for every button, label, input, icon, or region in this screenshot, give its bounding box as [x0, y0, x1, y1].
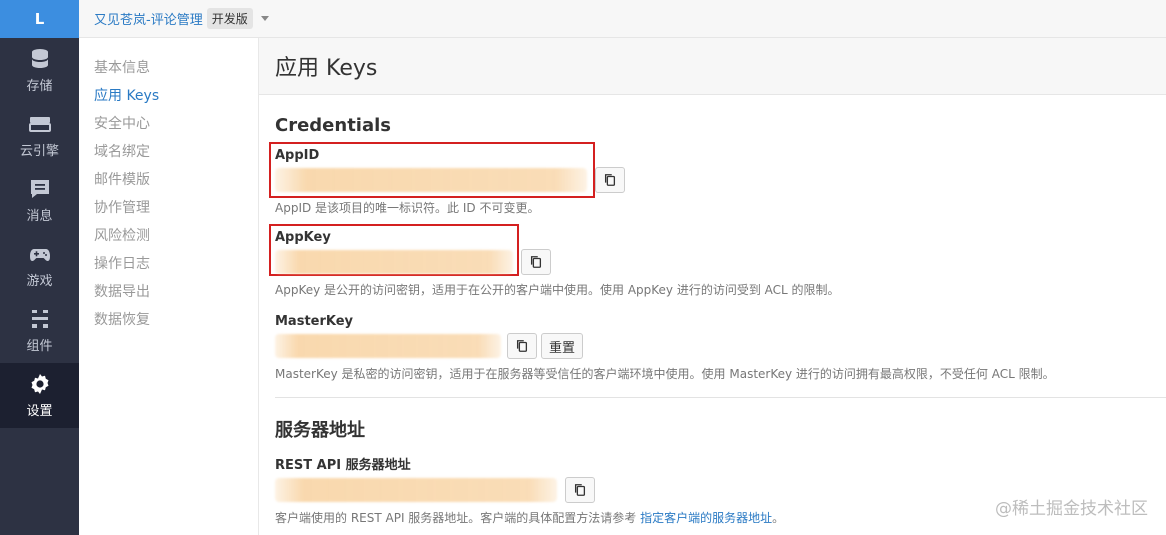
nav-games[interactable]: 游戏	[0, 233, 79, 298]
nav-components[interactable]: 组件	[0, 298, 79, 363]
rest-api-help-prefix: 客户端使用的 REST API 服务器地址。客户端的具体配置方法请参考	[275, 511, 641, 525]
appkey-value-redacted	[275, 250, 513, 274]
rest-api-label: REST API 服务器地址	[275, 458, 411, 473]
subnav-item-email-templates[interactable]: 邮件模版	[79, 166, 258, 194]
subnav-item-risk-detection[interactable]: 风险检测	[79, 222, 258, 250]
nav-settings[interactable]: 设置	[0, 363, 79, 428]
subnav-item-security[interactable]: 安全中心	[79, 110, 258, 138]
masterkey-field: MasterKey 重置 MasterKey 是私密的访问密钥，适用于在服务器等…	[275, 314, 1166, 382]
subnav-item-data-export[interactable]: 数据导出	[79, 278, 258, 306]
reset-masterkey-button[interactable]: 重置	[541, 333, 584, 359]
nav-storage-label: 存储	[26, 79, 53, 94]
masterkey-value-redacted	[275, 334, 501, 358]
app-name-link[interactable]: 又见苍岚-评论管理	[94, 9, 203, 28]
page-title: 应用 Keys	[275, 56, 378, 81]
nav-components-label: 组件	[26, 339, 53, 354]
database-icon	[31, 49, 48, 68]
subnav-item-data-restore[interactable]: 数据恢复	[79, 306, 258, 334]
plan-badge: 开发版	[206, 8, 253, 29]
rest-api-value-redacted	[275, 478, 557, 502]
copy-masterkey-button[interactable]	[507, 333, 537, 359]
copy-icon	[604, 174, 616, 186]
watermark: @稀土掘金技术社区	[995, 499, 1148, 519]
subnav-item-app-keys[interactable]: 应用 Keys	[79, 82, 258, 110]
rest-api-help-suffix: 。	[772, 511, 785, 525]
gamepad-icon	[29, 249, 50, 261]
subnav-item-domain-binding[interactable]: 域名绑定	[79, 138, 258, 166]
masterkey-help-text: MasterKey 是私密的访问密钥，适用于在服务器等受信任的客户端环境中使用。…	[275, 367, 1055, 381]
gear-icon	[31, 374, 48, 394]
server-address-heading: 服务器地址	[275, 420, 365, 441]
nav-messages[interactable]: 消息	[0, 168, 79, 233]
main-sidebar: L 存储 云引擎 消息 游戏 组件 设置	[0, 0, 79, 535]
server-icon	[28, 117, 51, 132]
section-divider	[275, 397, 1166, 398]
copy-rest-api-button[interactable]	[565, 477, 595, 503]
masterkey-label: MasterKey	[275, 314, 354, 329]
page-header: 应用 Keys	[259, 38, 1166, 95]
server-address-doc-link[interactable]: 指定客户端的服务器地址	[640, 511, 772, 525]
settings-subnav: 基本信息 应用 Keys 安全中心 域名绑定 邮件模版 协作管理 风险检测 操作…	[79, 38, 259, 535]
chevron-down-icon[interactable]	[260, 16, 269, 21]
nav-games-label: 游戏	[26, 274, 53, 289]
copy-icon	[574, 484, 586, 496]
credentials-heading: Credentials	[275, 115, 392, 136]
nav-cloud-engine-label: 云引擎	[19, 144, 59, 159]
appkey-field: AppKey AppKey 是公开的访问密钥，适用于在公开的客户端中使用。使用 …	[269, 224, 1166, 298]
appid-value-redacted	[275, 168, 587, 192]
nav-storage[interactable]: 存储	[0, 38, 79, 103]
subnav-item-basic-info[interactable]: 基本信息	[79, 54, 258, 82]
nav-cloud-engine[interactable]: 云引擎	[0, 103, 79, 168]
appid-help-text: AppID 是该项目的唯一标识符。此 ID 不可变更。	[275, 201, 540, 215]
copy-appkey-button[interactable]	[521, 249, 551, 275]
copy-appid-button[interactable]	[595, 167, 625, 193]
components-icon	[31, 310, 48, 328]
copy-icon	[530, 256, 542, 268]
message-icon	[30, 180, 49, 198]
appkey-help-text: AppKey 是公开的访问密钥，适用于在公开的客户端中使用。使用 AppKey …	[275, 283, 840, 297]
top-bar: 又见苍岚-评论管理 开发版	[79, 0, 1166, 38]
subnav-item-operation-log[interactable]: 操作日志	[79, 250, 258, 278]
app-logo[interactable]: L	[0, 0, 79, 38]
nav-messages-label: 消息	[26, 209, 53, 224]
subnav-item-collaboration[interactable]: 协作管理	[79, 194, 258, 222]
main-content: 应用 Keys Credentials AppID AppID 是该项目的唯一标…	[259, 38, 1166, 535]
nav-settings-label: 设置	[26, 404, 53, 419]
appid-field: AppID AppID 是该项目的唯一标识符。此 ID 不可变更。	[269, 142, 1166, 216]
copy-icon	[516, 340, 528, 352]
